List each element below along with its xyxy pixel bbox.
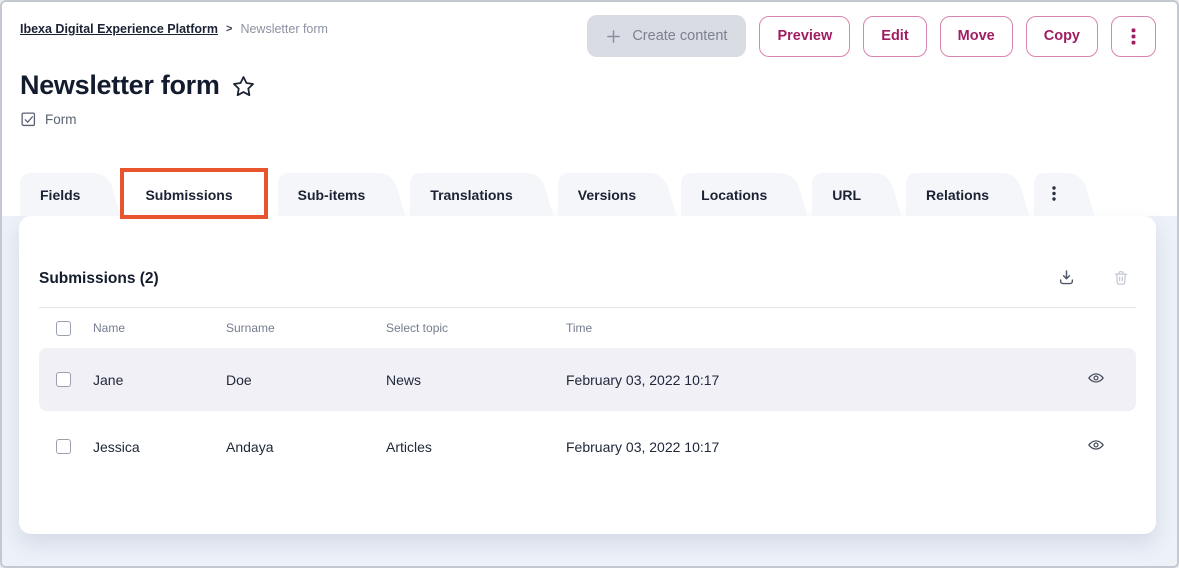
download-icon xyxy=(1057,268,1076,290)
edit-button[interactable]: Edit xyxy=(863,16,926,57)
cell-time: February 03, 2022 10:17 xyxy=(566,439,1056,455)
breadcrumb-separator: > xyxy=(226,23,232,35)
tab-bar: Fields Submissions Sub-items Translation… xyxy=(2,173,1177,216)
copy-button[interactable]: Copy xyxy=(1026,16,1098,57)
table-row[interactable]: Jane Doe News February 03, 2022 10:17 xyxy=(39,348,1136,411)
create-content-button[interactable]: Create content xyxy=(587,15,746,57)
eye-icon xyxy=(1087,436,1105,457)
app-window: Ibexa Digital Experience Platform > News… xyxy=(0,0,1179,568)
content-type-row: Form xyxy=(2,112,1177,127)
cell-topic: News xyxy=(386,372,566,388)
breadcrumb-current: Newsletter form xyxy=(240,22,328,36)
view-submission-button[interactable] xyxy=(1087,369,1105,390)
breadcrumb: Ibexa Digital Experience Platform > News… xyxy=(20,22,328,36)
cell-topic: Articles xyxy=(386,439,566,455)
tab-fields[interactable]: Fields xyxy=(20,173,92,216)
panel-header: Submissions (2) xyxy=(19,216,1156,290)
column-header-time: Time xyxy=(566,321,1056,335)
panel-header-actions xyxy=(1057,268,1130,290)
tab-sub-items[interactable]: Sub-items xyxy=(278,173,378,216)
row-checkbox[interactable] xyxy=(56,372,71,387)
plus-icon xyxy=(606,29,621,44)
breadcrumb-root-link[interactable]: Ibexa Digital Experience Platform xyxy=(20,22,218,36)
cell-surname: Doe xyxy=(226,372,386,388)
more-actions-button[interactable] xyxy=(1111,16,1156,57)
kebab-icon xyxy=(1131,28,1136,45)
eye-icon xyxy=(1087,369,1105,390)
cell-time: February 03, 2022 10:17 xyxy=(566,372,1056,388)
cell-name: Jane xyxy=(93,372,226,388)
tab-content-area: Submissions (2) xyxy=(2,216,1177,566)
select-all-checkbox[interactable] xyxy=(56,321,71,336)
kebab-icon xyxy=(1052,186,1056,204)
tab-locations[interactable]: Locations xyxy=(681,173,779,216)
column-header-surname: Surname xyxy=(226,321,386,335)
title-row: Newsletter form xyxy=(2,70,1177,101)
tab-url[interactable]: URL xyxy=(812,173,873,216)
tab-versions[interactable]: Versions xyxy=(558,173,648,216)
view-submission-button[interactable] xyxy=(1087,436,1105,457)
star-icon[interactable] xyxy=(231,74,256,99)
action-buttons: Create content Preview Edit Move Copy xyxy=(587,15,1156,57)
table-row[interactable]: Jessica Andaya Articles February 03, 202… xyxy=(39,415,1136,478)
tab-more[interactable] xyxy=(1034,173,1066,216)
tab-translations[interactable]: Translations xyxy=(410,173,524,216)
top-bar: Ibexa Digital Experience Platform > News… xyxy=(2,2,1177,57)
move-button[interactable]: Move xyxy=(940,16,1013,57)
page-title: Newsletter form xyxy=(20,70,220,101)
content-type-label: Form xyxy=(45,112,77,127)
preview-button[interactable]: Preview xyxy=(759,16,850,57)
create-content-label: Create content xyxy=(632,28,727,44)
column-header-topic: Select topic xyxy=(386,321,566,335)
cell-name: Jessica xyxy=(93,439,226,455)
tab-submissions[interactable]: Submissions xyxy=(125,173,244,216)
trash-icon xyxy=(1112,269,1130,290)
tab-relations[interactable]: Relations xyxy=(906,173,1001,216)
form-check-icon xyxy=(21,112,36,127)
row-checkbox[interactable] xyxy=(56,439,71,454)
submissions-table: Name Surname Select topic Time Jane Doe … xyxy=(19,308,1156,478)
submissions-heading: Submissions (2) xyxy=(39,270,159,288)
export-submissions-button[interactable] xyxy=(1057,268,1076,290)
cell-surname: Andaya xyxy=(226,439,386,455)
submissions-panel: Submissions (2) xyxy=(19,216,1156,534)
delete-submissions-button[interactable] xyxy=(1112,269,1130,290)
column-header-name: Name xyxy=(93,321,226,335)
table-header-row: Name Surname Select topic Time xyxy=(39,308,1136,348)
